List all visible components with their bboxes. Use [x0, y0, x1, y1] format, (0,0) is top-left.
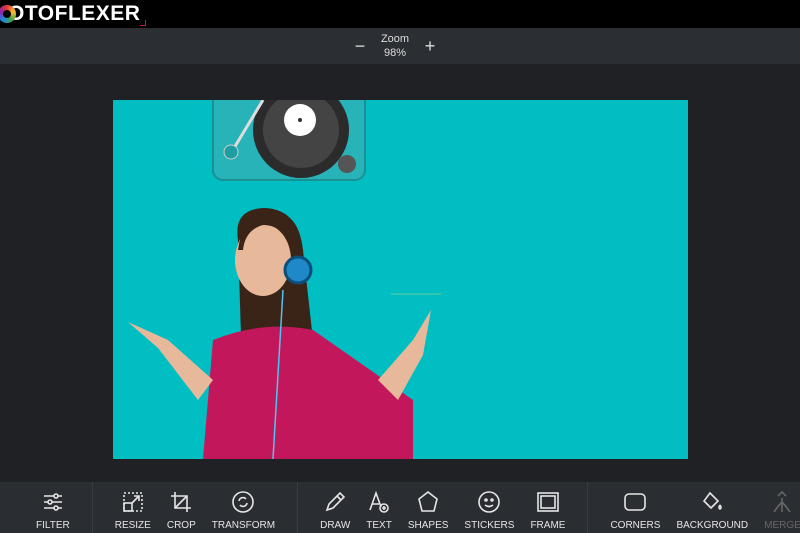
text-add-icon [369, 490, 389, 513]
pencil-icon [325, 491, 346, 512]
tool-label: TRANSFORM [211, 520, 276, 531]
draw-tool-button[interactable]: DRAW [312, 482, 358, 533]
rotate-icon [232, 491, 255, 513]
frame-tool-button[interactable]: FRAME [522, 482, 573, 533]
corners-tool-button[interactable]: CORNERS [602, 482, 668, 533]
crop-tool-button[interactable]: CROP [159, 482, 204, 533]
merge-tool-button: MERGE [756, 482, 800, 533]
rounded-square-icon [624, 493, 647, 511]
tool-label: CROP [166, 520, 196, 531]
zoom-control: − Zoom 98% + [350, 32, 440, 60]
logo[interactable]: OTOFLEXER [0, 0, 147, 28]
tool-label: TEXT [366, 520, 392, 531]
pentagon-icon [418, 490, 439, 512]
logo-text: OTOFLEXER [6, 2, 141, 26]
tool-label: DRAW [320, 520, 351, 531]
tool-label: FILTER [36, 520, 70, 531]
filter-tool-button[interactable]: FILTER [28, 482, 78, 533]
zoom-readout: Zoom 98% [381, 32, 409, 60]
tool-label: FRAME [530, 520, 566, 531]
sliders-icon [43, 493, 62, 511]
tool-label: BACKGROUND [676, 520, 749, 531]
zoom-out-button[interactable]: − [350, 36, 370, 57]
toolbar-group: CORNERS BACKGROUND MERGE [588, 482, 800, 533]
zoom-bar: − Zoom 98% + [0, 28, 800, 64]
background-tool-button[interactable]: BACKGROUND [668, 482, 756, 533]
tool-label: CORNERS [610, 520, 661, 531]
woman-figure [128, 208, 431, 459]
resize-tool-button[interactable]: RESIZE [107, 482, 159, 533]
paint-bucket-icon [703, 491, 723, 510]
logo-corner [140, 20, 147, 26]
photo-content [128, 100, 441, 459]
tool-label: MERGE [764, 520, 800, 531]
tool-label: STICKERS [464, 520, 515, 531]
toolbar-group: DRAW TEXT SHAPES STICKERS FRAME [298, 482, 589, 533]
frame-icon [537, 492, 559, 512]
image-canvas[interactable] [113, 100, 688, 459]
transform-tool-button[interactable]: TRANSFORM [204, 482, 283, 533]
stickers-tool-button[interactable]: STICKERS [456, 482, 522, 533]
zoom-value: 98% [383, 47, 407, 59]
merge-icon [773, 490, 792, 513]
zoom-in-button[interactable]: + [420, 36, 440, 57]
top-bar: OTOFLEXER [0, 0, 800, 28]
smiley-icon [478, 491, 501, 513]
crop-icon [171, 492, 192, 512]
shapes-tool-button[interactable]: SHAPES [400, 482, 457, 533]
bottom-toolbar: FILTER RESIZE CROP TRANSFORM DRAW TEXT SHAPES S… [0, 482, 800, 533]
text-tool-button[interactable]: TEXT [358, 482, 400, 533]
toolbar-group: FILTER [0, 482, 93, 533]
toolbar-group: RESIZE CROP TRANSFORM [93, 482, 299, 533]
tool-label: SHAPES [407, 520, 449, 531]
tool-label: RESIZE [114, 520, 151, 531]
turntable-sticker [212, 100, 366, 181]
resize-icon [122, 492, 143, 512]
zoom-label: Zoom [380, 33, 410, 45]
